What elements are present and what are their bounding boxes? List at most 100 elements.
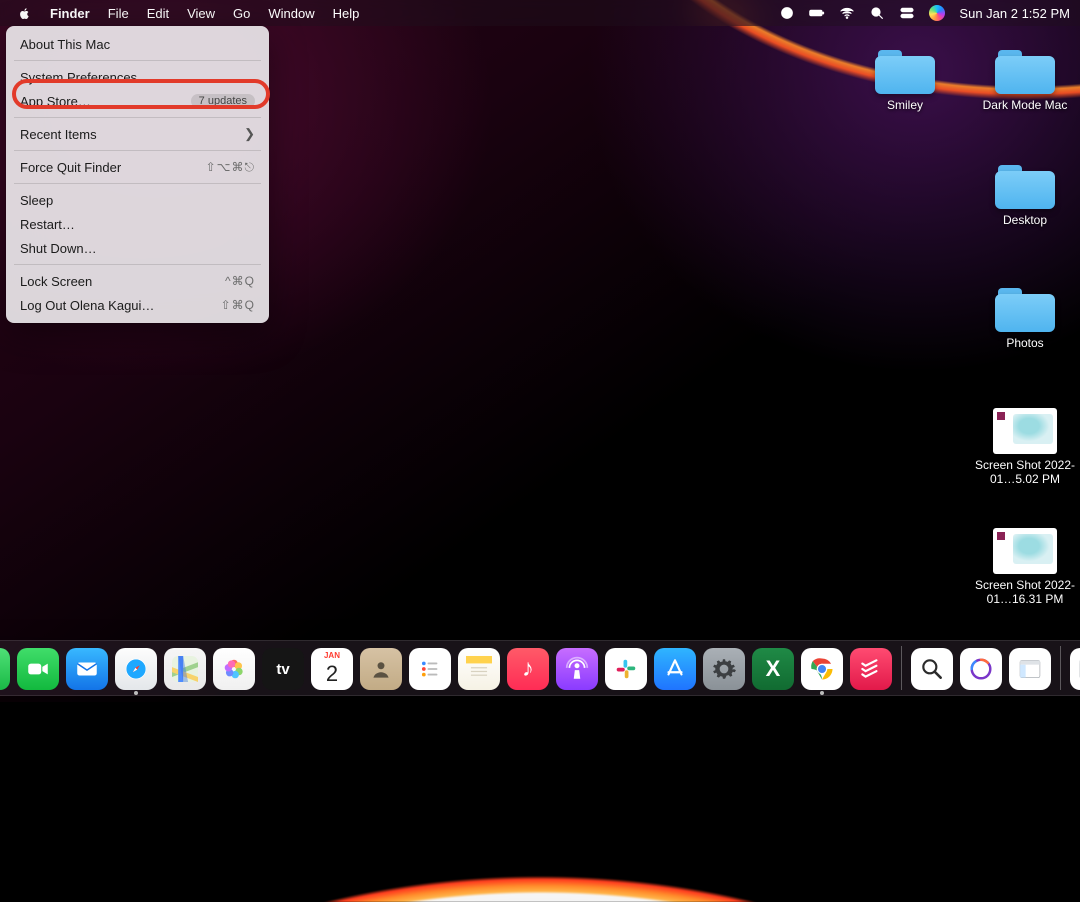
menu-app-name[interactable]: Finder: [41, 0, 99, 26]
updates-badge: 7 updates: [191, 94, 255, 108]
wifi-icon[interactable]: [839, 5, 855, 21]
dock-maps[interactable]: [164, 648, 206, 690]
folder-icon: [995, 50, 1055, 94]
desktop-icon-2[interactable]: Desktop: [970, 165, 1080, 227]
menu-go[interactable]: Go: [224, 0, 259, 26]
menu-window[interactable]: Window: [259, 0, 323, 26]
desktop-icon-label: Screen Shot 2022-01…16.31 PM: [970, 578, 1080, 607]
dock-separator: [1060, 646, 1061, 690]
reminders-icon: [417, 656, 443, 682]
todoist-icon: [858, 656, 884, 682]
menu-item-label: System Preferences…: [20, 70, 255, 85]
desktop-icon-label: Smiley: [887, 98, 923, 112]
podcasts-icon: [564, 656, 590, 682]
dock-photos[interactable]: [213, 648, 255, 690]
dock-facetime[interactable]: [17, 648, 59, 690]
dock-chrome[interactable]: [801, 648, 843, 690]
menu-separator: [14, 117, 261, 118]
apple-menu-dropdown: About This Mac System Preferences… App S…: [6, 26, 269, 323]
chrome-icon: [809, 656, 835, 682]
safari-icon: [123, 656, 149, 682]
menu-restart[interactable]: Restart…: [6, 212, 269, 236]
menu-sleep[interactable]: Sleep: [6, 188, 269, 212]
apple-menu-button[interactable]: [8, 0, 41, 26]
desktop-icon-label: Dark Mode Mac: [983, 98, 1068, 112]
menu-app-store[interactable]: App Store… 7 updates: [6, 89, 269, 113]
menu-edit[interactable]: Edit: [138, 0, 178, 26]
menu-separator: [14, 264, 261, 265]
menu-item-label: Force Quit Finder: [20, 160, 206, 175]
magnifier-icon: [919, 656, 945, 682]
messages-icon: [0, 656, 2, 682]
dock-todoist[interactable]: [850, 648, 892, 690]
desktop-icon-0[interactable]: Smiley: [850, 50, 960, 112]
menu-file[interactable]: File: [99, 0, 138, 26]
spotlight-search-icon[interactable]: [869, 5, 885, 21]
menu-help[interactable]: Help: [324, 0, 369, 26]
dock-separator: [901, 646, 902, 690]
dock-calendar[interactable]: JAN 2: [311, 648, 353, 690]
siri-icon[interactable]: [929, 5, 945, 21]
control-center-icon[interactable]: [899, 5, 915, 21]
dock-recent-app-2[interactable]: [960, 648, 1002, 690]
folder-icon: [995, 288, 1055, 332]
menu-view[interactable]: View: [178, 0, 224, 26]
apple-logo-icon: [17, 6, 32, 21]
menu-system-preferences[interactable]: System Preferences…: [6, 65, 269, 89]
desktop-icon-label: Screen Shot 2022-01…5.02 PM: [970, 458, 1080, 487]
dock-podcasts[interactable]: [556, 648, 598, 690]
dock-excel[interactable]: X: [752, 648, 794, 690]
menu-separator: [14, 60, 261, 61]
menu-item-label: Log Out Olena Kagui…: [20, 298, 221, 313]
menu-shut-down[interactable]: Shut Down…: [6, 236, 269, 260]
music-glyph: ♪: [522, 655, 534, 683]
menu-item-label: Lock Screen: [20, 274, 225, 289]
folder-icon: [995, 165, 1055, 209]
menu-item-label: Restart…: [20, 217, 255, 232]
dock-recent-app-3[interactable]: [1009, 648, 1051, 690]
dock-notes[interactable]: [458, 648, 500, 690]
screen-record-icon[interactable]: [779, 5, 795, 21]
appletv-glyph: tv: [276, 661, 289, 678]
menu-log-out[interactable]: Log Out Olena Kagui… ⇧⌘Q: [6, 293, 269, 317]
dock: tv JAN 2 ♪ X: [0, 640, 1080, 696]
dock-music[interactable]: ♪: [507, 648, 549, 690]
dock-system-preferences[interactable]: [703, 648, 745, 690]
calendar-day: 2: [311, 661, 353, 687]
menu-lock-screen[interactable]: Lock Screen ^⌘Q: [6, 269, 269, 293]
excel-glyph: X: [766, 656, 781, 682]
maps-icon: [172, 656, 198, 682]
screenshot-thumbnail-icon: [993, 528, 1057, 574]
desktop-icon-3[interactable]: Photos: [970, 288, 1080, 350]
dock-reminders[interactable]: [409, 648, 451, 690]
mail-icon: [74, 656, 100, 682]
notes-icon: [466, 656, 492, 682]
menu-about-this-mac[interactable]: About This Mac: [6, 32, 269, 56]
dock-appletv[interactable]: tv: [262, 648, 304, 690]
gear-icon: [711, 656, 737, 682]
app-store-icon: [662, 656, 688, 682]
menu-clock[interactable]: Sun Jan 2 1:52 PM: [959, 6, 1070, 21]
dock-safari[interactable]: [115, 648, 157, 690]
folder-icon: [875, 50, 935, 94]
dock-minimized-window-1[interactable]: [1070, 648, 1080, 690]
desktop-icon-1[interactable]: Dark Mode Mac: [970, 50, 1080, 112]
desktop-icon-label: Desktop: [1003, 213, 1047, 227]
battery-icon[interactable]: [809, 5, 825, 21]
menu-recent-items[interactable]: Recent Items ❯: [6, 122, 269, 146]
desktop-icon-4[interactable]: Screen Shot 2022-01…5.02 PM: [970, 408, 1080, 487]
menu-separator: [14, 150, 261, 151]
screenshot-thumbnail-icon: [993, 408, 1057, 454]
desktop-icon-5[interactable]: Screen Shot 2022-01…16.31 PM: [970, 528, 1080, 607]
menu-force-quit[interactable]: Force Quit Finder ⇧⌥⌘⎋: [6, 155, 269, 179]
dock-messages[interactable]: [0, 648, 10, 690]
dock-app-store[interactable]: [654, 648, 696, 690]
menu-item-label: About This Mac: [20, 37, 255, 52]
dock-recent-app-1[interactable]: [911, 648, 953, 690]
photos-icon: [221, 656, 247, 682]
dock-slack[interactable]: [605, 648, 647, 690]
menu-item-label: Recent Items: [20, 127, 244, 142]
dock-contacts[interactable]: [360, 648, 402, 690]
dock-mail[interactable]: [66, 648, 108, 690]
chevron-right-icon: ❯: [244, 126, 255, 142]
